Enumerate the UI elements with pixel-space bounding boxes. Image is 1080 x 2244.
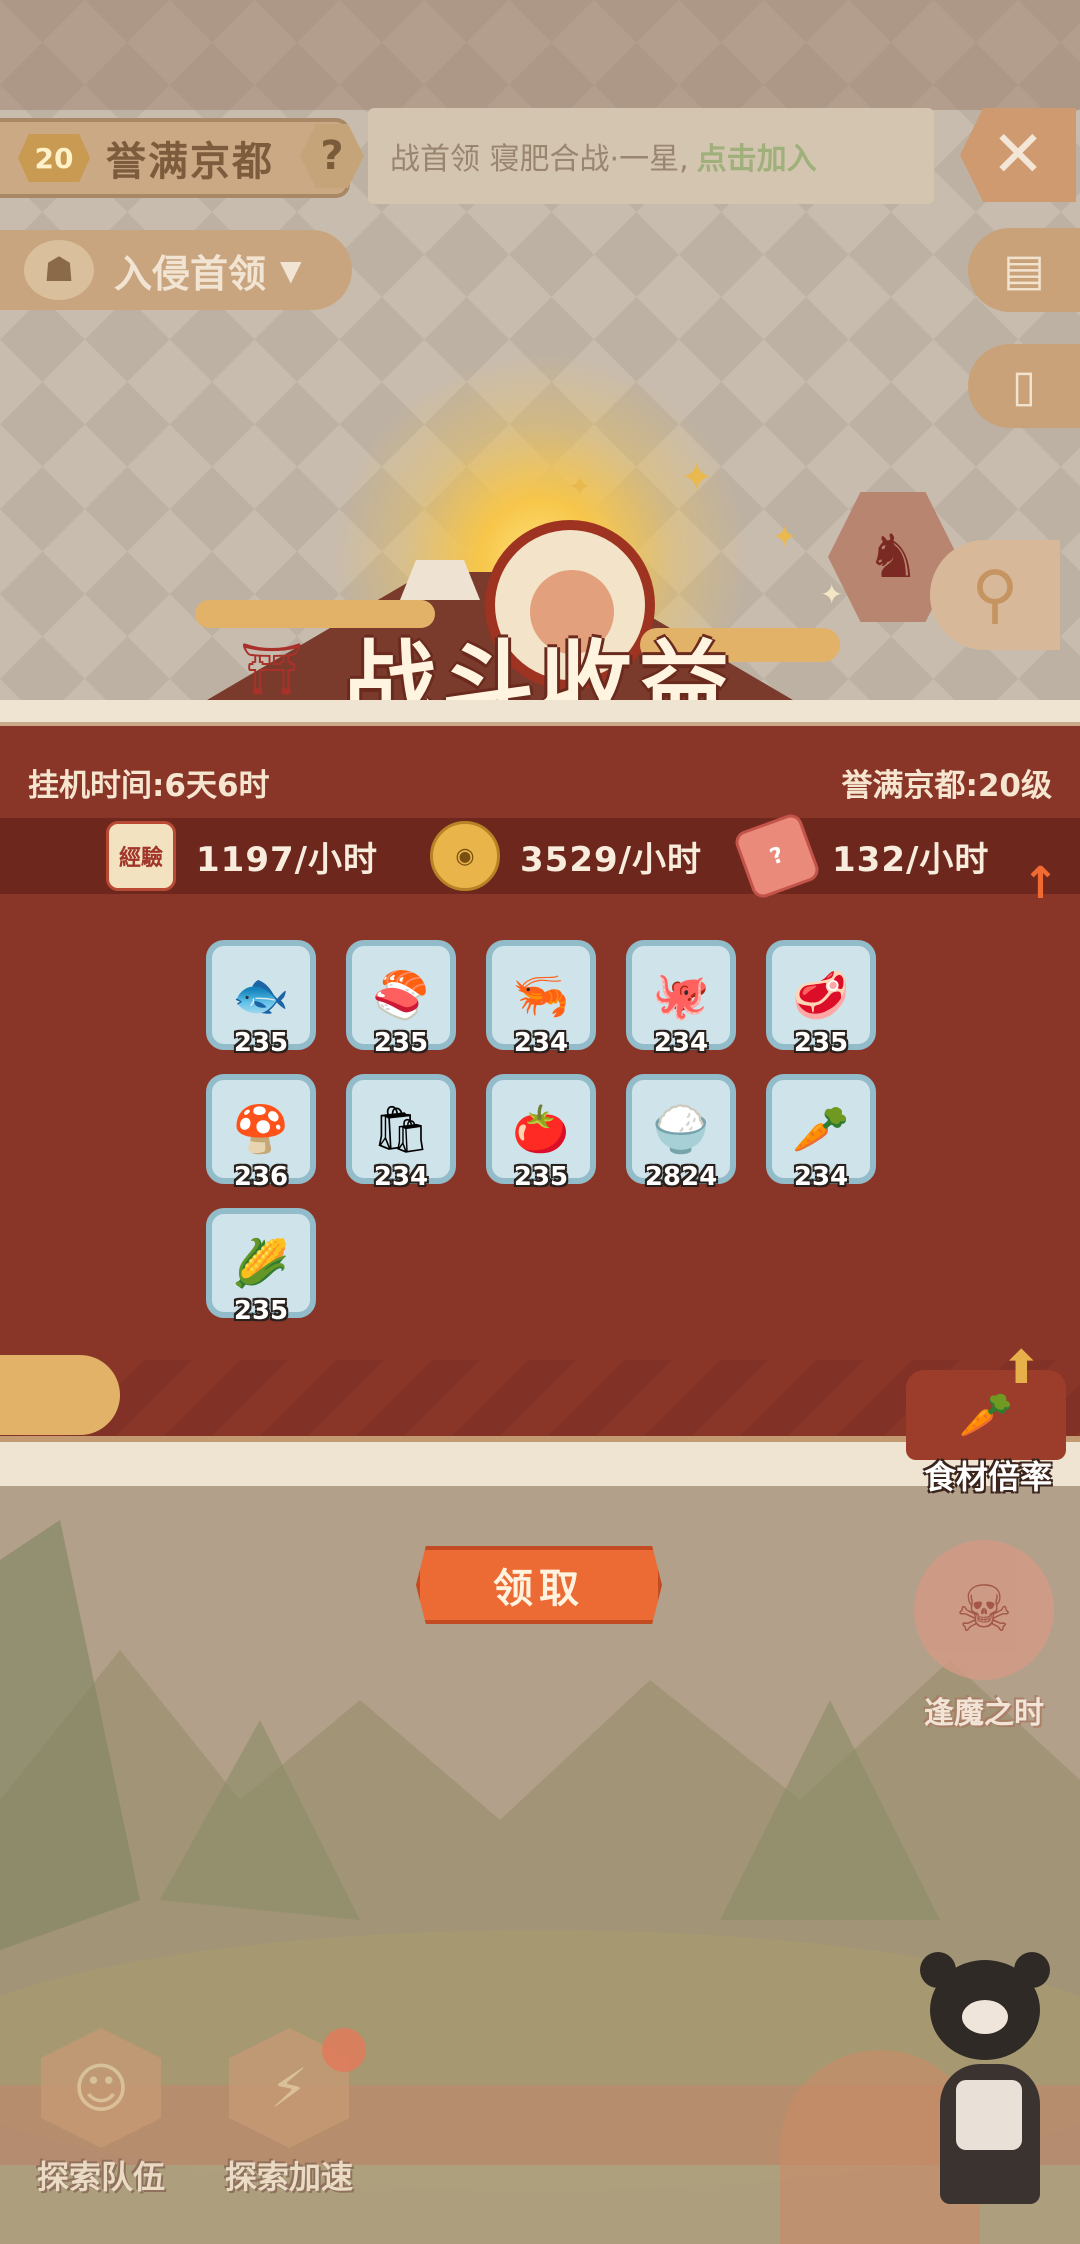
explore-team-button[interactable]: ☺ 探索队伍 xyxy=(16,2028,186,2208)
explore-speed-label: 探索加速 xyxy=(224,2158,353,2196)
bear-mascot[interactable] xyxy=(900,1952,1070,2220)
zone-level-text: 誉满京都:20级 xyxy=(841,767,1052,804)
sparkle-icon: ✦ xyxy=(568,470,592,503)
ingredient-multiplier-button[interactable]: 🥕 ⬆ 食材倍率 xyxy=(898,1340,1078,1496)
item-tile-salmon[interactable]: 🍣 235 xyxy=(346,940,456,1064)
item-count: 2824 xyxy=(644,1162,718,1192)
item-tile-rice-bowl[interactable]: 🍚 2824 xyxy=(626,1074,736,1198)
notice-join-link[interactable]: 点击加入 xyxy=(697,134,817,178)
item-tile-catfish[interactable]: 🐟 235 xyxy=(206,940,316,1064)
idle-time: 挂机时间:6天6时 xyxy=(28,767,270,804)
rate-coin: ◉ 3529/小时 xyxy=(430,821,703,891)
card-icon[interactable]: ▯ xyxy=(968,344,1080,428)
bear-ear xyxy=(1014,1952,1050,1988)
sparkle-icon: ✦ xyxy=(680,455,714,501)
item-tile-tomato[interactable]: 🍅 235 xyxy=(486,1074,596,1198)
boss-select-label: 入侵首领 xyxy=(114,251,267,296)
rate-meat: ? 132/小时 xyxy=(732,811,990,901)
chevron-down-icon: ▼ xyxy=(280,253,302,287)
cloud-decoration xyxy=(0,1355,120,1435)
item-count: 235 xyxy=(793,1028,849,1058)
zone-title: 誉满京都 xyxy=(106,139,274,185)
bear-muzzle xyxy=(962,2000,1008,2034)
sparkle-icon: ✦ xyxy=(820,578,844,611)
team-icon: ☺ xyxy=(41,2028,161,2148)
item-tile-shrimp[interactable]: 🦐 234 xyxy=(486,940,596,1064)
item-tile-meat[interactable]: 🥩 235 xyxy=(766,940,876,1064)
idle-stats-row: 挂机时间:6天6时 誉满京都:20级 xyxy=(0,752,1080,812)
meat-ticket-icon: ? xyxy=(732,811,822,901)
item-count: 234 xyxy=(373,1162,429,1192)
oni-icon: ☗ xyxy=(24,240,94,300)
notebook-icon[interactable]: ▤ xyxy=(968,228,1080,312)
torii-icon: ⛩ xyxy=(240,640,304,698)
magnifier-icon[interactable]: ⚲ xyxy=(930,540,1060,650)
multiplier-label: 食材倍率 xyxy=(923,1458,1052,1496)
item-tile-radish[interactable]: 🥕 234 xyxy=(766,1074,876,1198)
item-tile-mushroom[interactable]: 🍄 236 xyxy=(206,1074,316,1198)
demon-time-button[interactable]: ☠ 逢魔之时 xyxy=(894,1540,1074,1731)
item-count: 236 xyxy=(233,1162,289,1192)
exp-scroll-icon: 經驗 xyxy=(106,821,176,891)
coin-icon: ◉ xyxy=(430,821,500,891)
item-count: 234 xyxy=(653,1028,709,1058)
item-count: 235 xyxy=(373,1028,429,1058)
oni-mask-icon: ☠ xyxy=(914,1540,1054,1680)
claim-button[interactable]: 领取 xyxy=(416,1546,662,1624)
item-count: 235 xyxy=(513,1162,569,1192)
zone-level-plate: 20 誉满京都 xyxy=(0,118,350,198)
close-icon[interactable]: ✕ xyxy=(960,108,1076,202)
item-tile-corn[interactable]: 🌽 235 xyxy=(206,1208,316,1332)
item-tile-flour-sack[interactable]: 🛍 234 xyxy=(346,1074,456,1198)
item-count: 235 xyxy=(233,1296,289,1326)
arrow-up-icon[interactable]: ↑ xyxy=(1022,858,1059,909)
level-badge: 20 xyxy=(18,134,90,182)
item-count: 235 xyxy=(233,1028,289,1058)
item-tile-octopus[interactable]: 🐙 234 xyxy=(626,940,736,1064)
rate-meat-value: 132/小时 xyxy=(832,839,990,880)
rate-exp-value: 1197/小时 xyxy=(196,839,379,880)
explore-team-label: 探索队伍 xyxy=(36,2158,165,2196)
item-count: 234 xyxy=(793,1162,849,1192)
vegetable-basket-icon: 🥕 xyxy=(906,1370,1066,1460)
boss-notice[interactable]: 战首领 寝肥合战·一星, 点击加入 xyxy=(368,108,934,204)
sparkle-icon: ✦ xyxy=(772,520,798,555)
item-count: 234 xyxy=(513,1028,569,1058)
boss-select-dropdown[interactable]: ☗ 入侵首领 ▼ xyxy=(0,230,352,310)
rate-coin-value: 3529/小时 xyxy=(520,839,703,880)
panel-top-border xyxy=(0,700,1080,726)
rate-exp: 經驗 1197/小时 xyxy=(106,821,379,891)
explore-speed-button[interactable]: ⚡ 探索加速 xyxy=(204,2028,374,2208)
arrow-up-icon: ⬆ xyxy=(1002,1340,1041,1394)
demon-time-label: 逢魔之时 xyxy=(924,1696,1044,1731)
bear-shirt xyxy=(956,2080,1022,2150)
bear-ear xyxy=(920,1952,956,1988)
notice-text: 战首领 寝肥合战·一星, xyxy=(390,142,689,177)
notification-dot xyxy=(322,2028,366,2072)
